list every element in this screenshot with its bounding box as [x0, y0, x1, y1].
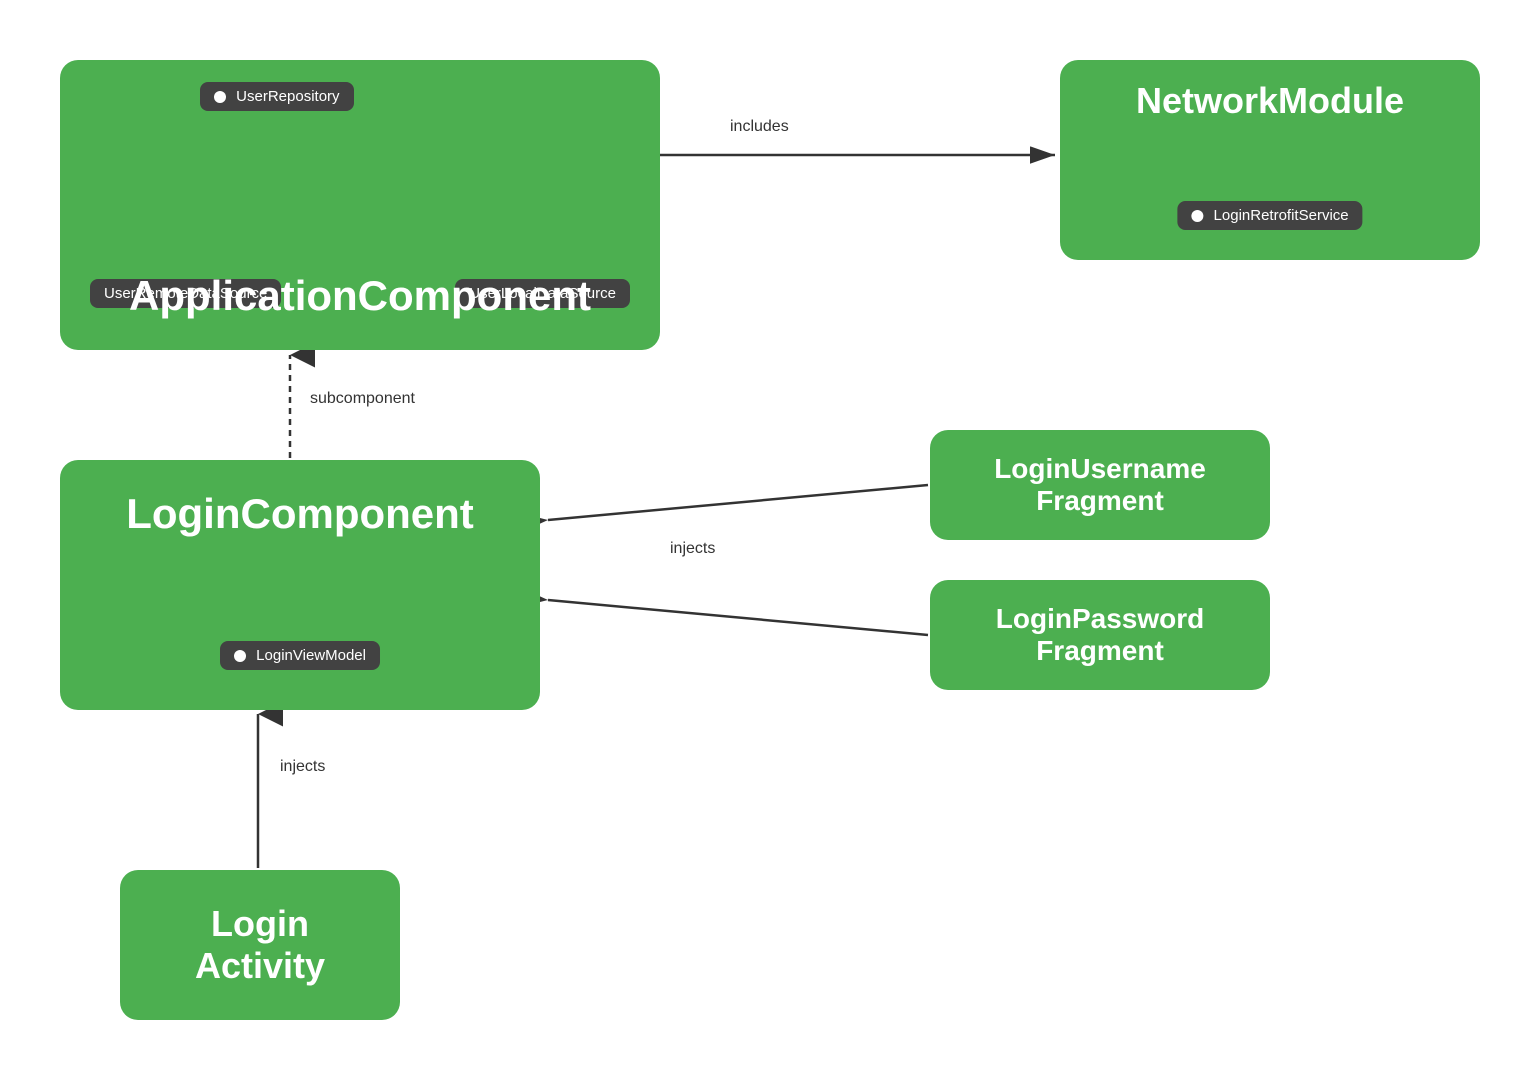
- diagram-container: UserRepository UserRemoteDataSource User…: [0, 0, 1535, 1068]
- network-module-box: NetworkModule LoginRetrofitService: [1060, 60, 1480, 260]
- login-retrofit-badge: LoginRetrofitService: [1177, 201, 1362, 230]
- login-password-fragment-label: LoginPasswordFragment: [996, 603, 1204, 667]
- login-component-box: LoginComponent LoginViewModel: [60, 460, 540, 710]
- login-activity-box: LoginActivity: [120, 870, 400, 1020]
- injects-bottom-label: injects: [280, 758, 325, 776]
- login-username-fragment-label: LoginUsernameFragment: [994, 453, 1206, 517]
- login-activity-label: LoginActivity: [195, 903, 325, 987]
- network-module-label: NetworkModule: [1060, 80, 1480, 122]
- badge-circle-user-repository: [214, 91, 226, 103]
- badge-circle-login-viewmodel: [234, 650, 246, 662]
- user-repository-badge: UserRepository: [200, 82, 354, 111]
- injects-label: injects: [670, 540, 715, 558]
- login-viewmodel-badge: LoginViewModel: [220, 641, 380, 670]
- includes-label: includes: [730, 118, 789, 136]
- login-component-label: LoginComponent: [60, 490, 540, 538]
- application-component-label: ApplicationComponent: [60, 272, 660, 320]
- application-component-box: UserRepository UserRemoteDataSource User…: [60, 60, 660, 350]
- login-viewmodel-label: LoginViewModel: [256, 647, 366, 664]
- login-username-fragment-box: LoginUsernameFragment: [930, 430, 1270, 540]
- user-repository-label: UserRepository: [236, 88, 339, 105]
- login-retrofit-label: LoginRetrofitService: [1214, 207, 1349, 224]
- badge-circle-login-retrofit: [1191, 210, 1203, 222]
- subcomponent-label: subcomponent: [310, 390, 415, 408]
- login-password-fragment-box: LoginPasswordFragment: [930, 580, 1270, 690]
